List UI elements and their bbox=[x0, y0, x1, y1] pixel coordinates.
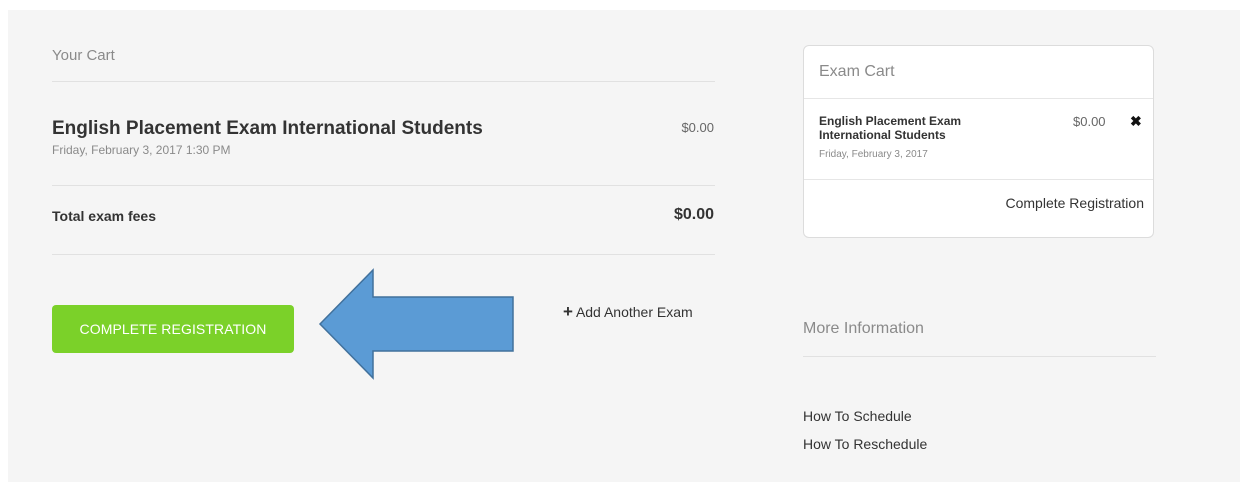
plus-icon: + bbox=[563, 302, 573, 321]
cart-item-price: $0.00 bbox=[681, 120, 714, 135]
divider bbox=[52, 185, 715, 186]
exam-cart-title: Exam Cart bbox=[819, 63, 895, 80]
cart-item-datetime: Friday, February 3, 2017 1:30 PM bbox=[52, 143, 231, 157]
add-another-exam-link[interactable]: + Add Another Exam bbox=[563, 302, 693, 321]
total-fees-label: Total exam fees bbox=[52, 208, 157, 224]
cart-title: Your Cart bbox=[52, 47, 115, 64]
exam-cart-item-price: $0.00 bbox=[1073, 114, 1106, 129]
blue-arrow-annotation bbox=[318, 268, 514, 380]
divider bbox=[52, 81, 715, 82]
divider bbox=[803, 356, 1156, 357]
exam-cart-complete-registration-link[interactable]: Complete Registration bbox=[1005, 195, 1144, 211]
exam-cart-item-date: Friday, February 3, 2017 bbox=[819, 149, 928, 160]
divider bbox=[804, 179, 1153, 180]
add-another-exam-label: Add Another Exam bbox=[575, 304, 693, 320]
more-information-title: More Information bbox=[803, 320, 924, 337]
divider bbox=[52, 254, 715, 255]
cart-item-name: English Placement Exam International Stu… bbox=[52, 118, 483, 139]
complete-registration-button[interactable]: COMPLETE REGISTRATION bbox=[52, 305, 294, 353]
exam-cart-item-name: English Placement Exam International Stu… bbox=[819, 114, 962, 142]
how-to-reschedule-link[interactable]: How To Reschedule bbox=[803, 436, 927, 452]
exam-cart-box: Exam Cart English Placement Exam Interna… bbox=[803, 45, 1154, 238]
how-to-schedule-link[interactable]: How To Schedule bbox=[803, 408, 912, 424]
remove-icon[interactable]: ✖ bbox=[1130, 113, 1142, 130]
divider bbox=[804, 98, 1153, 99]
total-fees-value: $0.00 bbox=[673, 206, 714, 223]
